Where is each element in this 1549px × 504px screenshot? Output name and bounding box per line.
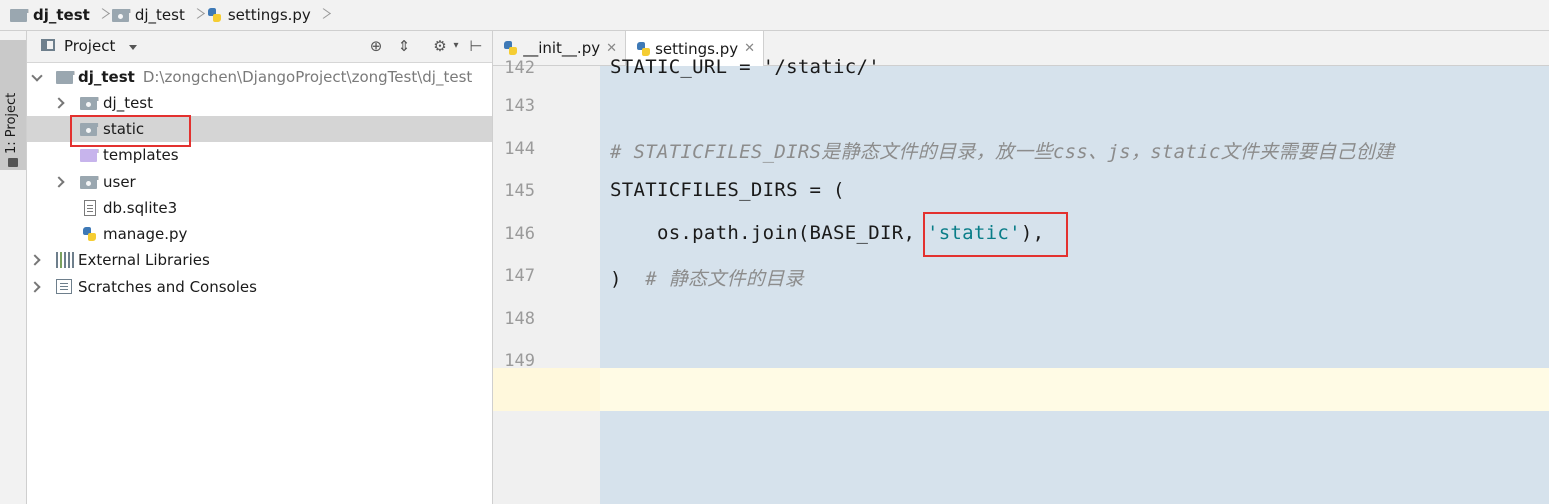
- project-panel-header: Project ⊕ ⇕ ⚙ ▾ ⊢: [27, 31, 492, 63]
- code-line: ) # 静态文件的目录: [610, 268, 804, 290]
- chevron-down-icon[interactable]: [129, 45, 137, 50]
- module-folder-icon: [80, 97, 99, 110]
- tree-item-static[interactable]: static: [27, 116, 492, 142]
- database-file-icon: [84, 200, 96, 216]
- string-literal-static: 'static': [926, 222, 1021, 244]
- tree-item-external-libraries[interactable]: External Libraries: [27, 247, 492, 273]
- folder-icon: [80, 123, 99, 136]
- line-number: 143: [504, 96, 535, 116]
- module-folder-icon: [111, 8, 131, 22]
- folder-icon: [56, 71, 75, 84]
- tree-item-templates[interactable]: templates: [27, 142, 492, 168]
- navigation-bar: dj_test dj_test settings.py: [0, 0, 1549, 31]
- breadcrumb-item-file[interactable]: settings.py: [207, 0, 315, 31]
- code-line: STATICFILES_DIRS = (: [610, 179, 845, 201]
- chevron-right-icon: [193, 3, 201, 27]
- breadcrumb-label: dj_test: [33, 6, 90, 24]
- chevron-down-icon[interactable]: [31, 70, 43, 82]
- line-number: 147: [504, 266, 535, 286]
- line-number: 142: [504, 58, 535, 78]
- breadcrumb-label: settings.py: [227, 6, 311, 24]
- tab-label: __init__.py: [523, 39, 601, 57]
- tree-item-label: templates: [103, 146, 179, 164]
- chevron-right-icon: [319, 3, 327, 27]
- line-number-gutter: 142 143 144 145 146 147 148 149: [493, 58, 601, 504]
- chevron-down-icon[interactable]: ▾: [447, 37, 465, 55]
- tree-item-label: user: [103, 173, 136, 191]
- line-number: 144: [504, 139, 535, 159]
- breadcrumb-item-project[interactable]: dj_test: [10, 0, 94, 31]
- line-number: 146: [504, 224, 535, 244]
- tree-item-label: Scratches and Consoles: [78, 278, 257, 296]
- tree-item-db-sqlite3[interactable]: db.sqlite3: [27, 195, 492, 221]
- project-panel: Project ⊕ ⇕ ⚙ ▾ ⊢ dj_test D:\zongchen\Dj…: [27, 31, 493, 504]
- editor-panel: __init__.py ✕ settings.py ✕ 142 143 144 …: [493, 31, 1549, 504]
- chevron-right-icon[interactable]: [29, 281, 41, 293]
- line-number: 145: [504, 181, 535, 201]
- hide-panel-icon[interactable]: ⊢: [467, 37, 485, 55]
- breadcrumb-item-package[interactable]: dj_test: [111, 0, 189, 31]
- code-editor[interactable]: STATIC_URL = '/static/' # STATICFILES_DI…: [600, 56, 1549, 504]
- tab-label: settings.py: [655, 39, 739, 58]
- libraries-icon: [56, 252, 74, 268]
- chevron-right-icon[interactable]: [53, 176, 65, 188]
- folder-icon: [10, 8, 29, 22]
- tree-item-scratches-consoles[interactable]: Scratches and Consoles: [27, 274, 492, 300]
- tool-window-strip: 1: Project: [0, 31, 27, 504]
- python-file-icon: [82, 226, 98, 242]
- tree-item-label: dj_test: [78, 68, 135, 86]
- tree-item-user[interactable]: user: [27, 169, 492, 195]
- tree-item-label: dj_test: [103, 94, 153, 112]
- python-file-icon: [636, 41, 650, 57]
- templates-folder-icon: [80, 149, 99, 162]
- tree-item-label: manage.py: [103, 225, 188, 243]
- breadcrumb-label: dj_test: [134, 6, 185, 24]
- comment-line: # STATICFILES_DIRS是静态文件的目录，放一些css、js，sta…: [610, 141, 1395, 163]
- python-file-icon: [503, 40, 518, 56]
- current-line-highlight: [600, 368, 1549, 411]
- line-number: 149: [504, 351, 535, 371]
- project-tool-tab[interactable]: 1: Project: [0, 40, 26, 170]
- project-view-selector[interactable]: Project: [64, 37, 115, 55]
- python-file-icon: [207, 7, 223, 23]
- tree-item-label: db.sqlite3: [103, 199, 178, 217]
- close-icon[interactable]: ✕: [606, 41, 617, 56]
- close-icon[interactable]: ✕: [744, 41, 755, 56]
- code-line: STATIC_URL = '/static/': [610, 56, 880, 78]
- module-folder-icon: [80, 176, 99, 189]
- tree-item-label: static: [103, 120, 145, 138]
- project-tool-icon: [8, 158, 18, 167]
- chevron-right-icon: [98, 3, 106, 27]
- project-window-icon: [41, 39, 55, 51]
- locate-icon[interactable]: ⊕: [367, 37, 385, 55]
- line-number: 148: [504, 309, 535, 329]
- collapse-all-icon[interactable]: ⇕: [395, 37, 413, 55]
- current-line-gutter: [493, 368, 600, 411]
- scratches-icon: [56, 279, 72, 294]
- tree-item-root-project[interactable]: dj_test D:\zongchen\DjangoProject\zongTe…: [27, 64, 492, 90]
- code-line: os.path.join(BASE_DIR, 'static'),: [610, 222, 1045, 244]
- tree-item-manage-py[interactable]: manage.py: [27, 221, 492, 247]
- tree-item-dj-test-package[interactable]: dj_test: [27, 90, 492, 116]
- project-tool-tab-label: 1: Project: [4, 92, 19, 154]
- tree-item-label: External Libraries: [78, 251, 210, 269]
- chevron-right-icon[interactable]: [53, 97, 65, 109]
- tree-item-path: D:\zongchen\DjangoProject\zongTest\dj_te…: [142, 68, 473, 86]
- chevron-right-icon[interactable]: [29, 254, 41, 266]
